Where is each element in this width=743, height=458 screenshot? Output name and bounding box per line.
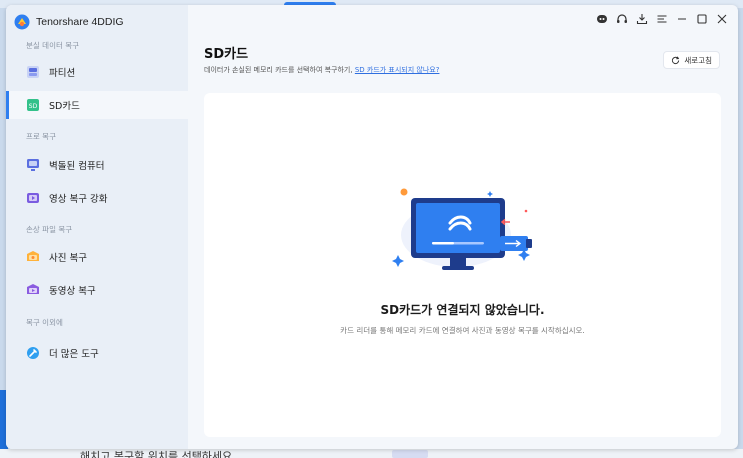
partition-icon	[27, 66, 39, 78]
tools-icon	[27, 347, 39, 359]
sidebar-item-sd-card[interactable]: SD SD카드	[6, 91, 188, 119]
refresh-button[interactable]: 새로고침	[663, 51, 720, 69]
empty-state-title: SD카드가 연결되지 않았습니다.	[380, 303, 545, 317]
crashed-computer-icon	[27, 159, 39, 171]
no-sd-card-illustration	[392, 188, 532, 270]
sidebar-item-label: 파티션	[49, 68, 76, 79]
sd-card-help-link[interactable]: SD 카드가 표시되지 않나요?	[355, 66, 440, 74]
headset-icon[interactable]	[616, 13, 628, 25]
sidebar-item-label: 동영상 복구	[49, 286, 96, 297]
content-card: SD카드가 연결되지 않았습니다. 카드 리더를 통해 메모리 카드에 연결하여…	[204, 93, 721, 437]
sidebar-item-more-tools[interactable]: 더 많은 도구	[6, 339, 188, 367]
app-name: Tenorshare 4DDIG	[36, 16, 124, 28]
sidebar-item-video-enhance[interactable]: 영상 복구 강화	[6, 184, 188, 212]
app-window: Tenorshare 4DDIG 분실 데이터 복구 파티션 SD SD카드 프…	[6, 5, 738, 449]
window-toolbar	[596, 13, 728, 25]
menu-icon[interactable]	[656, 13, 668, 25]
close-icon[interactable]	[716, 13, 728, 25]
sidebar-item-label: 더 많은 도구	[49, 349, 99, 360]
sidebar-item-video-recovery[interactable]: 동영상 복구	[6, 276, 188, 304]
page-description: 데이터가 손실된 메모리 카드를 선택하여 복구하기, SD 카드가 표시되지 …	[204, 65, 439, 75]
section-beyond-recovery: 복구 이외에	[26, 318, 63, 327]
sidebar-item-label: 영상 복구 강화	[49, 194, 108, 205]
sd-card-icon: SD	[27, 99, 39, 111]
minimize-icon[interactable]	[676, 13, 688, 25]
svg-text:SD: SD	[29, 103, 38, 110]
maximize-icon[interactable]	[696, 13, 708, 25]
page-description-text: 데이터가 손실된 메모리 카드를 선택하여 복구하기,	[204, 66, 355, 74]
sidebar-item-crashed-computer[interactable]: 벽돌된 컴퓨터	[6, 151, 188, 179]
page-title: SD카드	[204, 47, 249, 62]
section-corrupted-file: 손상 파일 복구	[26, 225, 73, 234]
background-bottom-text: 해치고 복구할 위치를 선택하세요	[80, 450, 233, 458]
sidebar-item-label: 사진 복구	[49, 253, 87, 264]
section-lost-data: 분실 데이터 복구	[26, 41, 80, 50]
feedback-icon[interactable]	[596, 13, 608, 25]
section-pro-recovery: 프로 복구	[26, 132, 56, 141]
app-logo-icon	[14, 14, 30, 30]
background-chip	[392, 450, 428, 458]
main-panel: SD카드 데이터가 손실된 메모리 카드를 선택하여 복구하기, SD 카드가 …	[188, 5, 738, 449]
empty-state-description: 카드 리더를 통해 메모리 카드에 연결하여 사진과 동영상 복구를 시작하십시…	[340, 326, 585, 335]
refresh-label: 새로고침	[684, 55, 712, 65]
sidebar-item-label: SD카드	[49, 101, 80, 112]
sidebar: Tenorshare 4DDIG 분실 데이터 복구 파티션 SD SD카드 프…	[6, 5, 188, 449]
video-icon	[27, 284, 39, 294]
sidebar-item-label: 벽돌된 컴퓨터	[49, 161, 105, 172]
brand: Tenorshare 4DDIG	[14, 14, 124, 30]
sidebar-item-photo-recovery[interactable]: 사진 복구	[6, 243, 188, 271]
refresh-icon	[672, 55, 680, 64]
download-icon[interactable]	[636, 13, 648, 25]
video-enhance-icon	[27, 193, 39, 203]
sidebar-item-partition[interactable]: 파티션	[6, 58, 188, 86]
photo-icon	[27, 251, 39, 261]
